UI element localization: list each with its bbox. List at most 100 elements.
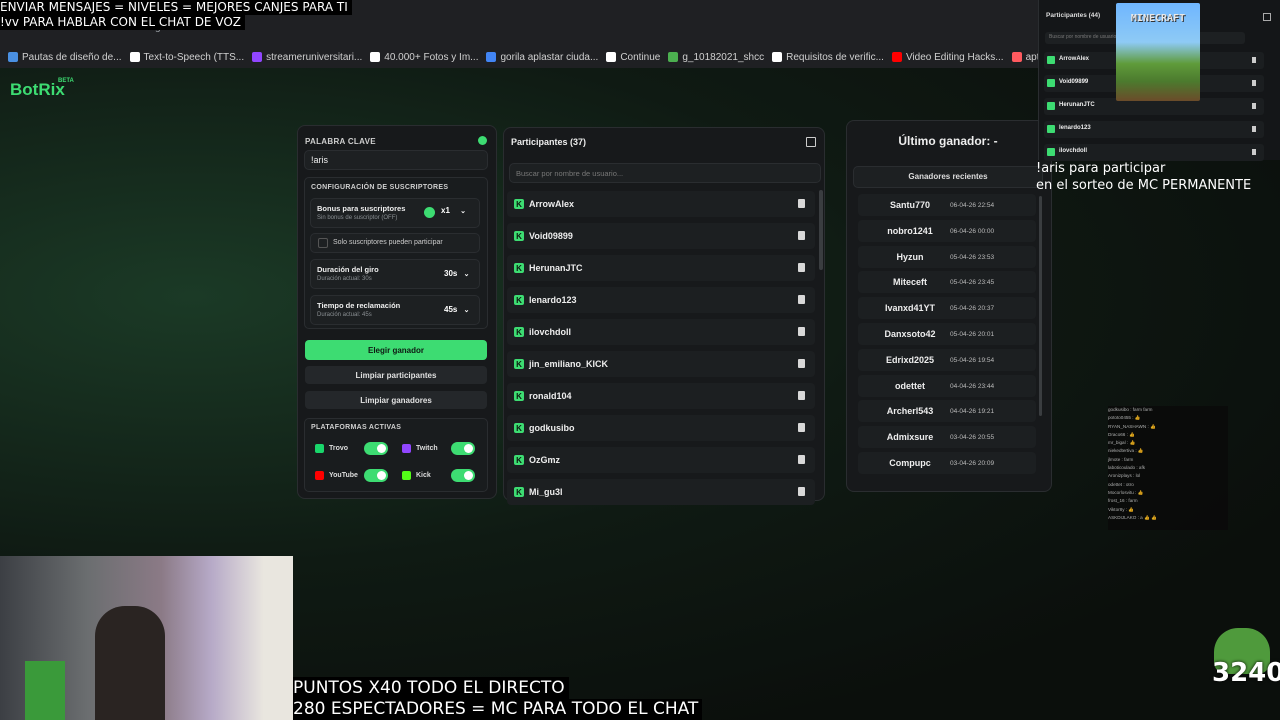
bookmark-item[interactable]: gorila aplastar ciuda... bbox=[486, 52, 598, 63]
trash-icon[interactable] bbox=[798, 455, 805, 464]
kick-icon: K bbox=[514, 327, 524, 337]
winner-date: 05-04-26 19:54 bbox=[950, 356, 995, 364]
overlay-bottom-line-2: 280 ESPECTADORES = MC PARA TODO EL CHAT bbox=[293, 699, 703, 720]
winner-name: Ivanxd41YT bbox=[884, 303, 936, 314]
bookmark-item[interactable]: g_10182021_shcc bbox=[668, 52, 764, 63]
winner-date: 06-04-26 00:00 bbox=[950, 227, 995, 235]
overlay-raffle-line-1: !aris para participar bbox=[1036, 161, 1166, 176]
trash-icon[interactable] bbox=[1252, 80, 1256, 86]
keyword-input[interactable]: !aris bbox=[304, 150, 488, 170]
streamer-figure bbox=[95, 606, 165, 720]
overlay-search-placeholder: Buscar por nombre de usuario bbox=[1049, 34, 1117, 40]
bookmark-icon bbox=[486, 52, 497, 62]
bookmark-label: streameruniversitari... bbox=[266, 51, 363, 63]
kick-icon bbox=[1047, 102, 1055, 110]
trash-icon[interactable] bbox=[798, 263, 805, 272]
participant-name: ArrowAlex bbox=[529, 199, 575, 209]
trash-icon[interactable] bbox=[1252, 149, 1256, 155]
trash-icon[interactable] bbox=[798, 423, 805, 432]
trash-icon[interactable] bbox=[1252, 126, 1256, 132]
participant-row: K OzGmz bbox=[507, 447, 815, 473]
winner-name: Miteceft bbox=[892, 277, 927, 288]
participant-row: Kronald104 bbox=[507, 383, 815, 409]
chat-message: Mocorlosvitu : 👍 bbox=[1108, 489, 1144, 495]
spin-duration-value: 30s bbox=[444, 269, 458, 278]
winner-row: Santu770 06-04-26 22:54 bbox=[858, 194, 1036, 216]
trash-icon[interactable] bbox=[798, 487, 805, 496]
sub-bonus-row: Bonus para suscriptores Sin bonus de sus… bbox=[310, 198, 480, 228]
chat-message: jlmote : farm bbox=[1108, 456, 1134, 462]
kick-icon bbox=[1047, 148, 1055, 156]
overlay-participant-row: ilovchdoll bbox=[1044, 144, 1264, 161]
participant-search-input[interactable]: Buscar por nombre de usuario... bbox=[509, 163, 821, 183]
last-winner-title: Último ganador: - bbox=[898, 134, 998, 148]
subscriber-config-label: CONFIGURACIÓN DE SUSCRIPTORES bbox=[311, 184, 449, 191]
trovo-toggle[interactable] bbox=[364, 442, 388, 455]
bookmark-item[interactable]: Text-to-Speech (TTS... bbox=[129, 52, 244, 63]
winner-date: 05-04-26 20:37 bbox=[950, 305, 995, 313]
youtube-toggle[interactable] bbox=[364, 469, 388, 482]
keyword-label: PALABRA CLAVE bbox=[305, 137, 376, 146]
winners-scrollbar[interactable] bbox=[1039, 196, 1042, 416]
trash-icon[interactable] bbox=[798, 295, 805, 304]
trash-icon[interactable] bbox=[798, 231, 805, 240]
bookmark-item[interactable]: Continue bbox=[606, 52, 660, 63]
bookmark-icon bbox=[129, 52, 140, 62]
platform-label: Trovo bbox=[329, 445, 349, 452]
pick-winner-button[interactable]: Elegir ganador bbox=[305, 340, 487, 360]
participant-scrollbar[interactable] bbox=[819, 190, 823, 270]
chat-message: Aronizplays : lol bbox=[1108, 473, 1141, 479]
participant-row: Kgodkusibo bbox=[507, 415, 815, 441]
clear-participants-button[interactable]: Limpiar participantes bbox=[305, 366, 487, 384]
bookmark-item[interactable]: Video Editing Hacks... bbox=[891, 52, 1004, 63]
winner-date: 06-04-26 22:54 bbox=[950, 202, 995, 209]
kick-toggle[interactable] bbox=[451, 469, 475, 482]
bookmark-item[interactable]: 40.000+ Fotos y Im... bbox=[370, 52, 478, 63]
kick-icon: K bbox=[514, 295, 524, 305]
platform-label: YouTube bbox=[329, 472, 358, 479]
platform-label: Twitch bbox=[416, 445, 438, 452]
kick-icon: K bbox=[514, 263, 524, 273]
subs-only-checkbox[interactable] bbox=[318, 238, 328, 248]
winner-name: Compupc bbox=[889, 458, 931, 468]
chat-message: frost_16 : farm bbox=[1108, 498, 1138, 504]
claim-time-select[interactable]: 45s ⌄ bbox=[444, 305, 469, 314]
botrix-logo[interactable]: BotRix bbox=[10, 80, 65, 100]
twitch-toggle[interactable] bbox=[451, 442, 475, 455]
info-icon[interactable] bbox=[478, 136, 487, 145]
beta-badge: BETA bbox=[58, 78, 74, 84]
youtube-icon bbox=[315, 471, 324, 480]
trash-icon[interactable] bbox=[798, 199, 805, 208]
copy-icon[interactable] bbox=[806, 137, 816, 147]
bookmark-item[interactable]: Pautas de diseño de... bbox=[8, 52, 122, 63]
bookmark-label: Continue bbox=[620, 51, 661, 63]
clear-winners-button[interactable]: Limpiar ganadores bbox=[305, 391, 487, 409]
sub-bonus-select[interactable]: x1 ⌄ bbox=[441, 206, 466, 215]
winner-row: nobro1241 06-04-26 00:00 bbox=[858, 219, 1036, 242]
trash-icon[interactable] bbox=[798, 327, 805, 336]
trash-icon[interactable] bbox=[1252, 57, 1256, 63]
chat-message: Viktor8y : 👍 bbox=[1108, 506, 1135, 512]
chat-message: odettet : otro bbox=[1108, 481, 1134, 487]
winner-row: Edrixd2025 05-04-26 19:54 bbox=[858, 348, 1036, 371]
bookmark-label: Requisitos de verific... bbox=[786, 51, 884, 63]
sub-bonus-info-icon[interactable] bbox=[424, 207, 435, 218]
winner-date: 04-04-26 19:21 bbox=[950, 408, 995, 416]
kick-icon: K bbox=[514, 199, 524, 209]
overlay-copy-icon[interactable] bbox=[1263, 13, 1271, 21]
bookmark-icon bbox=[606, 52, 617, 62]
participant-row: K Mi_gu3l bbox=[507, 479, 815, 505]
bookmark-item[interactable]: streameruniversitari... bbox=[252, 52, 362, 63]
spin-duration-select[interactable]: 30s ⌄ bbox=[444, 269, 469, 278]
overlay-raffle-line-2: en el sorteo de MC PERMANENTE bbox=[1036, 178, 1252, 193]
participant-name: lenardo123 bbox=[529, 295, 577, 305]
bookmark-item[interactable]: Requisitos de verific... bbox=[772, 52, 884, 63]
trash-icon[interactable] bbox=[798, 391, 805, 400]
trovo-icon bbox=[315, 444, 324, 453]
winner-row: Hyzun 05-04-26 23:53 bbox=[858, 245, 1036, 268]
winner-row: Miteceft 05-04-26 23:45 bbox=[858, 271, 1036, 294]
claim-time-value: 45s bbox=[444, 305, 458, 314]
trash-icon[interactable] bbox=[1252, 103, 1256, 109]
trash-icon[interactable] bbox=[798, 359, 805, 368]
subs-only-row[interactable]: Solo suscriptores pueden participar bbox=[310, 233, 480, 253]
